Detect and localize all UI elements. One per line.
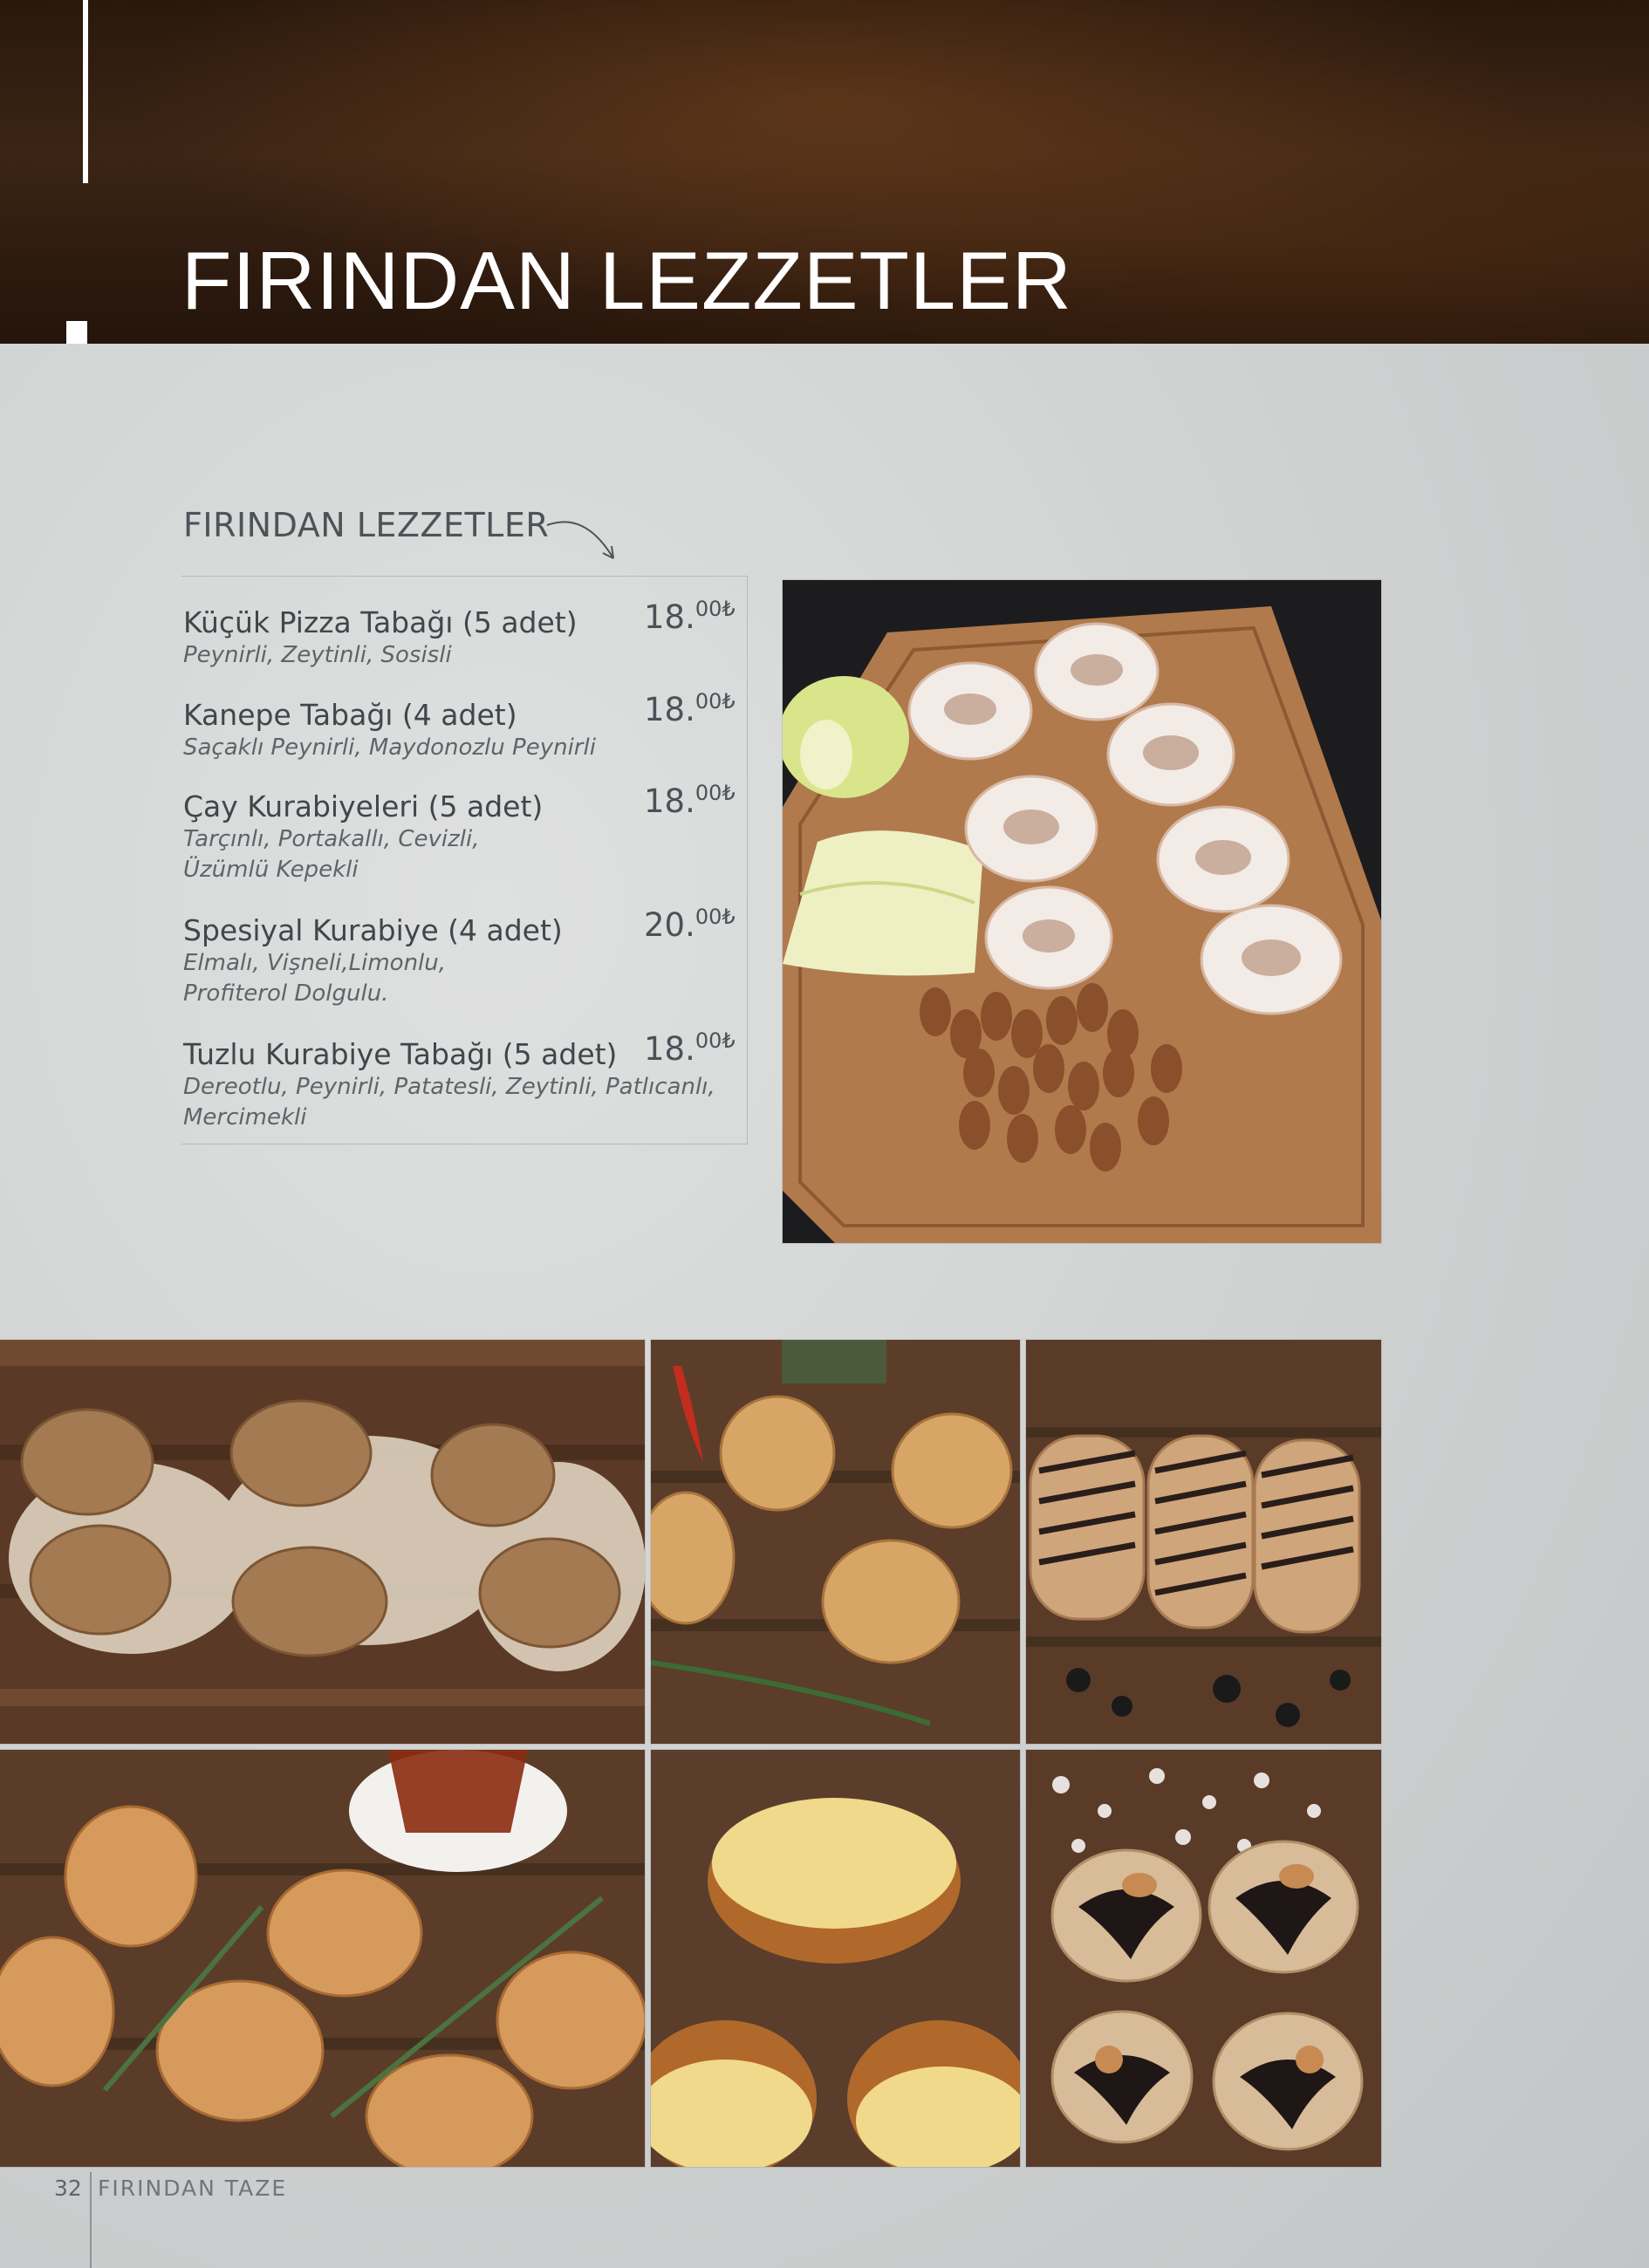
page-number: 32 bbox=[54, 2176, 82, 2201]
price-main: 20. bbox=[644, 906, 695, 944]
price-cents: 00₺ bbox=[694, 689, 736, 714]
price-cents: 00₺ bbox=[694, 781, 736, 805]
meringue-cookies-board-photo bbox=[783, 580, 1381, 1243]
item-description: Saçaklı Peynirli, Maydonozlu Peynirli bbox=[183, 734, 596, 761]
item-description: Peynirli, Zeytinli, Sosisli bbox=[183, 642, 452, 668]
menu-item: Küçük Pizza Tabağı (5 adet) Peynirli, Ze… bbox=[183, 597, 742, 671]
section-title: FIRINDAN LEZZETLER bbox=[183, 506, 550, 544]
footer-rule bbox=[90, 2172, 92, 2268]
menu-item: Kanepe Tabağı (4 adet) Saçaklı Peynirli,… bbox=[183, 689, 742, 763]
price-main: 18. bbox=[644, 782, 695, 820]
kadayif-buns-photo bbox=[651, 1750, 1020, 2167]
menu-item: Tuzlu Kurabiye Tabağı (5 adet) Dereotlu,… bbox=[183, 1028, 742, 1133]
header-accent-rule bbox=[83, 0, 88, 183]
price-main: 18. bbox=[644, 598, 695, 636]
oat-cookies-photo bbox=[0, 1340, 645, 1744]
item-description: Dereotlu, Peynirli, Patatesli, Zeytinli,… bbox=[183, 1074, 715, 1131]
striped-finger-cookies-photo bbox=[1026, 1340, 1381, 1744]
price-cents: 00₺ bbox=[694, 597, 736, 621]
item-price: 18.00₺ bbox=[644, 689, 736, 728]
item-price: 18.00₺ bbox=[644, 597, 736, 636]
chocolate-nut-cookies-photo bbox=[1026, 1750, 1381, 2167]
tea-cookies-photo bbox=[0, 1750, 645, 2167]
price-main: 18. bbox=[644, 691, 695, 728]
item-price: 20.00₺ bbox=[644, 905, 736, 944]
item-description: Elmalı, Vişneli,Limonlu, Profiterol Dolg… bbox=[183, 950, 447, 1007]
page-title: FIRINDAN LEZZETLER bbox=[181, 235, 1072, 326]
item-price: 18.00₺ bbox=[644, 1028, 736, 1068]
menu-item: Çay Kurabiyeleri (5 adet) Tarçınlı, Port… bbox=[183, 781, 742, 885]
menu-item: Spesiyal Kurabiye (4 adet) Elmalı, Vişne… bbox=[183, 905, 742, 1009]
savory-pastries-photo bbox=[651, 1340, 1020, 1744]
page-header: FIRINDAN LEZZETLER bbox=[0, 0, 1649, 344]
footer-label: FIRINDAN TAZE bbox=[98, 2176, 288, 2201]
price-main: 18. bbox=[644, 1030, 695, 1068]
header-accent-corner bbox=[66, 321, 87, 344]
arrow-icon bbox=[546, 521, 614, 559]
price-cents: 00₺ bbox=[694, 1028, 736, 1053]
price-cents: 00₺ bbox=[694, 905, 736, 929]
item-description: Tarçınlı, Portakallı, Cevizli, Üzümlü Ke… bbox=[183, 826, 480, 883]
item-price: 18.00₺ bbox=[644, 781, 736, 820]
